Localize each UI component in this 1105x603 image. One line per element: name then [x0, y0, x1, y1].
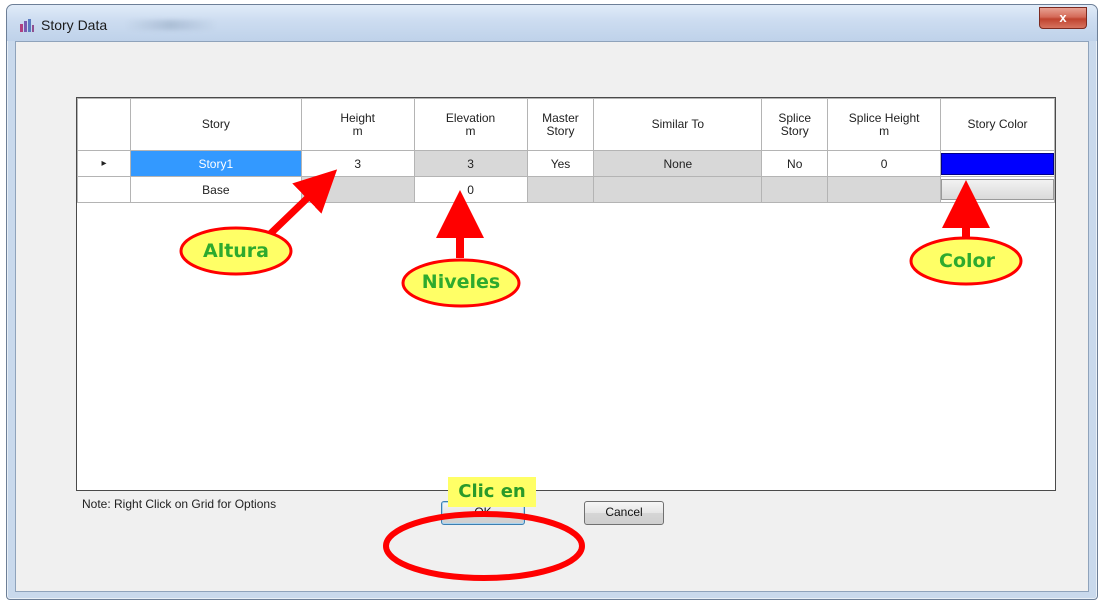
story-table: Story Height m Elevation m Master Story … — [77, 98, 1055, 203]
row-header-corner — [77, 98, 131, 151]
dialog-client-area: Story Height m Elevation m Master Story … — [15, 41, 1089, 592]
cell-similar-to: None — [593, 150, 763, 177]
niveles-label: Niveles — [421, 271, 501, 293]
row-selector[interactable]: ▸ — [77, 150, 131, 177]
cell-splice-story — [761, 176, 829, 203]
story-data-dialog: Story Data x Story Height m Elevation m … — [6, 4, 1098, 600]
cell-splice-height — [827, 176, 942, 203]
header-row: Story Height m Elevation m Master Story … — [77, 98, 1055, 151]
cell-height — [300, 176, 415, 203]
col-header-story[interactable]: Story — [129, 98, 302, 151]
app-icon — [20, 19, 34, 32]
table-row[interactable]: ▸ Story1 3 3 Yes None No 0 — [77, 150, 1055, 177]
table-row[interactable]: Base 0 — [77, 176, 1055, 203]
blurred-title-suffix — [125, 20, 217, 30]
story-grid[interactable]: Story Height m Elevation m Master Story … — [76, 97, 1056, 491]
cell-height[interactable]: 3 — [300, 150, 415, 177]
title-bar[interactable]: Story Data x — [7, 5, 1097, 41]
col-header-similar-to[interactable]: Similar To — [593, 98, 763, 151]
cell-elevation: 3 — [413, 150, 528, 177]
cell-master-story[interactable]: Yes — [526, 150, 595, 177]
cell-story[interactable]: Story1 — [129, 150, 302, 177]
cell-master-story — [526, 176, 595, 203]
cell-story[interactable]: Base — [129, 176, 302, 203]
close-button[interactable]: x — [1039, 7, 1087, 29]
altura-label: Altura — [202, 240, 270, 262]
cell-elevation[interactable]: 0 — [413, 176, 528, 203]
col-header-splice-story[interactable]: Splice Story — [761, 98, 829, 151]
cell-splice-story[interactable]: No — [761, 150, 829, 177]
cancel-button[interactable]: Cancel — [584, 501, 664, 525]
color-label: Color — [939, 250, 995, 272]
col-header-master-story[interactable]: Master Story — [526, 98, 595, 151]
cell-splice-height[interactable]: 0 — [827, 150, 942, 177]
grid-options-note: Note: Right Click on Grid for Options — [82, 497, 277, 511]
col-header-splice-height[interactable]: Splice Height m — [827, 98, 942, 151]
col-header-elevation[interactable]: Elevation m — [413, 98, 528, 151]
screenshot: Story Data x Story Height m Elevation m … — [0, 0, 1105, 603]
window-title: Story Data — [41, 17, 108, 33]
row-selector[interactable] — [77, 176, 131, 203]
cell-story-color[interactable] — [940, 176, 1055, 203]
col-header-height[interactable]: Height m — [300, 98, 415, 151]
cell-similar-to — [593, 176, 763, 203]
col-header-story-color[interactable]: Story Color — [940, 98, 1055, 151]
color-picker-button[interactable] — [941, 179, 1054, 200]
clic-en-label: Clic en — [448, 477, 536, 507]
cell-story-color[interactable] — [940, 150, 1055, 177]
color-swatch[interactable] — [941, 152, 1054, 175]
